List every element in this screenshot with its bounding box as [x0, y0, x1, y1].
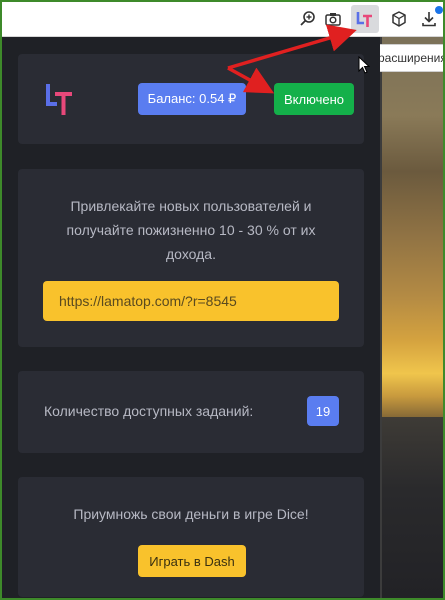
- header-card: Баланс: 0.54 ₽ Включено: [18, 54, 364, 144]
- extension-lt-icon[interactable]: [351, 5, 379, 33]
- referral-link-field[interactable]: [43, 281, 339, 321]
- background-tab-label: расширения: [380, 51, 443, 65]
- page-divider: [380, 37, 382, 598]
- referral-description: Привлекайте новых пользователей и получа…: [66, 198, 316, 262]
- zoom-in-icon[interactable]: [298, 9, 318, 29]
- mouse-cursor-icon: [358, 55, 371, 79]
- balance-button[interactable]: Баланс: 0.54 ₽: [138, 83, 246, 115]
- enabled-toggle-button[interactable]: Включено: [274, 83, 354, 115]
- play-dash-button[interactable]: Играть в Dash: [138, 545, 246, 577]
- extension-popup: Баланс: 0.54 ₽ Включено Привлекайте новы…: [2, 37, 380, 598]
- browser-toolbar: [2, 2, 443, 37]
- background-landscape: [380, 417, 443, 598]
- notification-dot: [435, 6, 443, 14]
- lt-logo-icon: [44, 82, 74, 116]
- cube-icon[interactable]: [389, 9, 409, 29]
- dice-card: Приумножь свои деньги в игре Dice! Играт…: [18, 477, 364, 597]
- camera-icon[interactable]: [323, 9, 343, 29]
- tasks-count-badge[interactable]: 19: [307, 396, 339, 426]
- background-page: расширения: [380, 37, 443, 598]
- background-tab[interactable]: расширения: [380, 44, 443, 72]
- referral-card: Привлекайте новых пользователей и получа…: [18, 169, 364, 347]
- dice-description: Приумножь свои деньги в игре Dice!: [73, 506, 309, 522]
- tasks-label: Количество доступных заданий:: [44, 403, 254, 419]
- screenshot-frame: расширения Баланс: 0.54 ₽ Включено Привл…: [0, 0, 445, 600]
- tasks-card: Количество доступных заданий: 19: [18, 371, 364, 453]
